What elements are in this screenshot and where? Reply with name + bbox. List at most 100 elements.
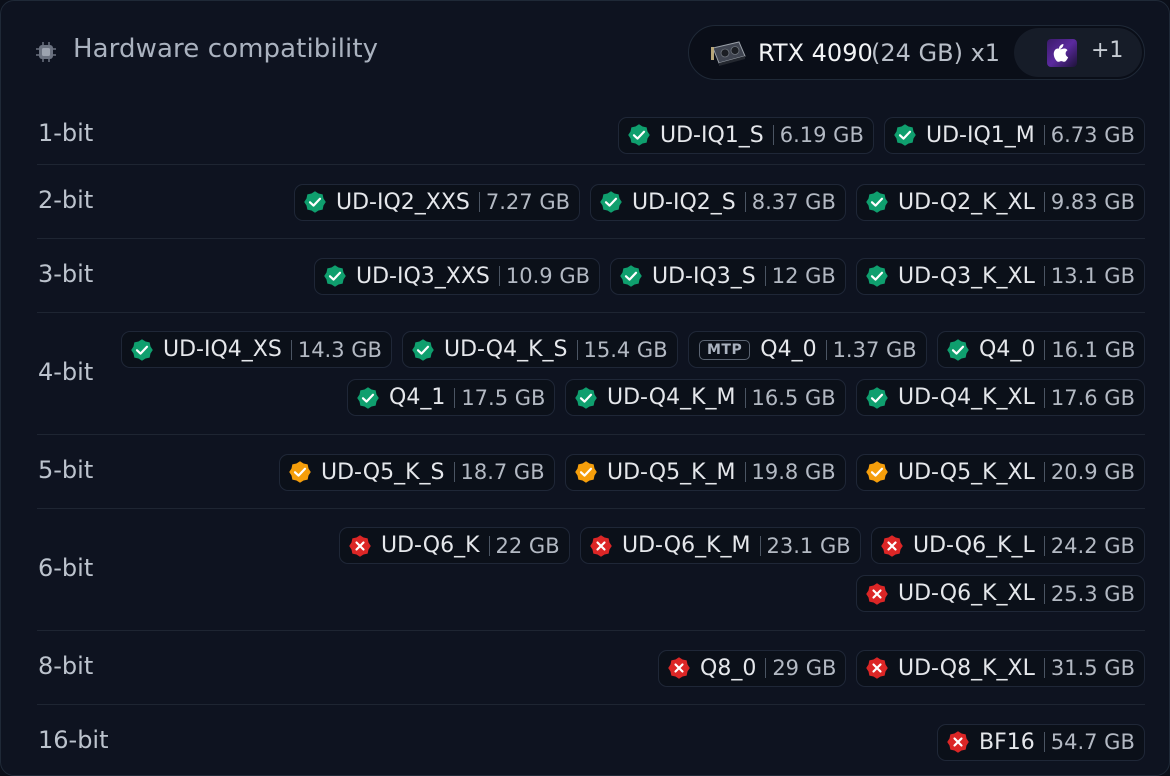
quant-badge[interactable]: MTP Q4_0 1.37 GB [688,331,927,368]
quant-name: UD-Q3_K_XL [898,263,1035,289]
quant-name: UD-IQ2_XXS [336,189,470,215]
x-badge-icon [590,534,612,557]
quant-row: 5-bit UD-Q5_K_S 18.7 GB UD-Q5_K_M 19.8 GB UD-… [1,435,1169,509]
x-badge-icon [866,657,888,679]
check-badge-icon [628,124,650,146]
quant-name: UD-Q6_K [381,533,480,558]
quant-badge[interactable]: UD-Q6_K_M 23.1 GB [580,527,861,564]
quant-size: 17.5 GB [461,385,546,410]
quant-badge[interactable]: UD-IQ1_M 6.73 GB [884,116,1145,154]
bit-label: 16-bit [38,726,109,754]
apple-device-button[interactable]: +1 [1014,28,1142,77]
separator [453,462,455,482]
quant-name: UD-Q4_K_M [607,385,736,410]
quant-row: 3-bit UD-IQ3_XXS 10.9 GB UD-IQ3_S 12 GB UD-Q3… [1,239,1169,313]
quant-badge[interactable]: UD-Q3_K_XL 13.1 GB [856,257,1145,295]
separator [1043,732,1045,752]
hardware-compatibility-panel: Hardware compatibility RTX 4090 (24 GB) … [0,0,1170,776]
check-badge-icon [304,191,326,213]
quant-row: 16-bit BF16 54.7 GB [1,705,1169,775]
x-badge-icon [947,731,969,753]
quant-size: 12 GB [771,264,836,288]
quant-badge[interactable]: UD-IQ2_S 8.37 GB [590,183,846,221]
quant-badge[interactable]: UD-Q8_K_XL 31.5 GB [856,649,1145,687]
separator [576,339,578,360]
check-badge-icon [357,386,379,409]
check-badge-icon [866,265,888,287]
quant-badge[interactable]: UD-IQ1_S 6.19 GB [618,116,874,154]
quant-badge[interactable]: UD-Q4_K_S 15.4 GB [402,331,678,368]
quant-badge[interactable]: BF16 54.7 GB [937,723,1145,761]
check-badge-icon [866,386,888,409]
warning-check-badge-icon [575,461,597,483]
x-badge-icon [349,534,371,557]
quant-size: 1.37 GB [832,337,917,362]
bit-label: 5-bit [38,456,94,484]
gpu-selector-button[interactable]: RTX 4090 (24 GB) x1 [689,26,1014,79]
quant-badge[interactable]: Q4_1 17.5 GB [347,379,556,416]
quant-size: 19.8 GB [751,460,836,484]
quant-badge[interactable]: UD-IQ3_XXS 10.9 GB [314,257,601,295]
chip-icon [36,42,56,62]
quant-badge[interactable]: Q4_0 16.1 GB [937,331,1146,368]
quant-size: 10.9 GB [505,264,591,288]
quant-row: 8-bit Q8_0 29 GB UD-Q8_K_XL 31.5 GB [1,631,1169,705]
quant-badge[interactable]: Q8_0 29 GB [658,649,847,687]
check-badge-icon [866,191,888,213]
quant-name: UD-Q5_K_M [607,459,736,485]
quant-name: UD-Q4_K_S [444,337,568,362]
quant-badge[interactable]: UD-IQ4_XS 14.3 GB [121,331,392,368]
quant-badge[interactable]: UD-Q5_K_M 19.8 GB [565,453,846,491]
separator [1044,339,1046,360]
quant-row: 2-bit UD-IQ2_XXS 7.27 GB UD-IQ2_S 8.37 GB UD-… [1,165,1169,239]
quant-name: Q4_1 [389,385,446,410]
hardware-selector: RTX 4090 (24 GB) x1 +1 [688,25,1145,80]
quant-badge[interactable]: UD-IQ2_XXS 7.27 GB [294,183,581,221]
quant-badge[interactable]: UD-Q5_K_XL 20.9 GB [856,453,1145,491]
separator [1043,387,1045,408]
check-badge-icon [131,338,153,361]
x-badge-icon [668,657,690,679]
quant-name: UD-IQ2_S [632,189,736,215]
quant-name: UD-Q6_K_XL [898,581,1035,606]
quant-size: 54.7 GB [1050,730,1135,754]
quant-name: UD-IQ3_XXS [356,263,490,289]
quant-badge[interactable]: UD-Q4_K_M 16.5 GB [565,379,846,416]
quant-badge[interactable]: UD-Q6_K_L 24.2 GB [871,527,1145,564]
quant-badge[interactable]: UD-Q5_K_S 18.7 GB [279,453,555,491]
bit-label: 1-bit [38,119,94,147]
extra-device-count: +1 [1091,38,1124,63]
gpu-name: RTX 4090 [758,39,873,67]
quant-size: 23.1 GB [766,533,851,558]
quant-badge[interactable]: UD-Q6_K 22 GB [339,527,570,564]
quant-badge[interactable]: UD-Q2_K_XL 9.83 GB [856,183,1145,221]
separator [1043,266,1045,286]
quant-badge[interactable]: UD-Q4_K_XL 17.6 GB [856,379,1145,416]
quant-badge[interactable]: UD-Q6_K_XL 25.3 GB [856,575,1145,612]
separator [1043,462,1045,482]
separator [764,266,766,286]
separator [478,192,480,212]
quant-size: 7.27 GB [485,190,571,214]
apple-icon [1047,39,1077,67]
quant-size: 18.7 GB [460,460,545,484]
quant-name: UD-IQ3_S [652,263,756,289]
quant-size: 20.9 GB [1050,460,1135,484]
quant-badge[interactable]: UD-IQ3_S 12 GB [610,257,846,295]
x-badge-icon [866,582,888,605]
bit-label: 4-bit [38,358,94,386]
bit-label: 3-bit [38,260,94,288]
quant-size: 8.37 GB [751,190,836,214]
separator [454,387,456,408]
check-badge-icon [600,191,622,213]
quant-row: 4-bit UD-IQ4_XS 14.3 GB UD-Q4_K_S 15.4 GB MTP… [1,313,1169,435]
quant-name: Q4_0 [760,337,817,362]
separator [759,535,761,556]
check-badge-icon [412,338,434,361]
check-badge-icon [894,124,916,146]
quant-name: BF16 [979,729,1035,755]
quant-size: 9.83 GB [1050,190,1135,214]
quant-size: 22 GB [495,533,560,558]
separator [1043,125,1045,145]
separator [744,387,746,408]
